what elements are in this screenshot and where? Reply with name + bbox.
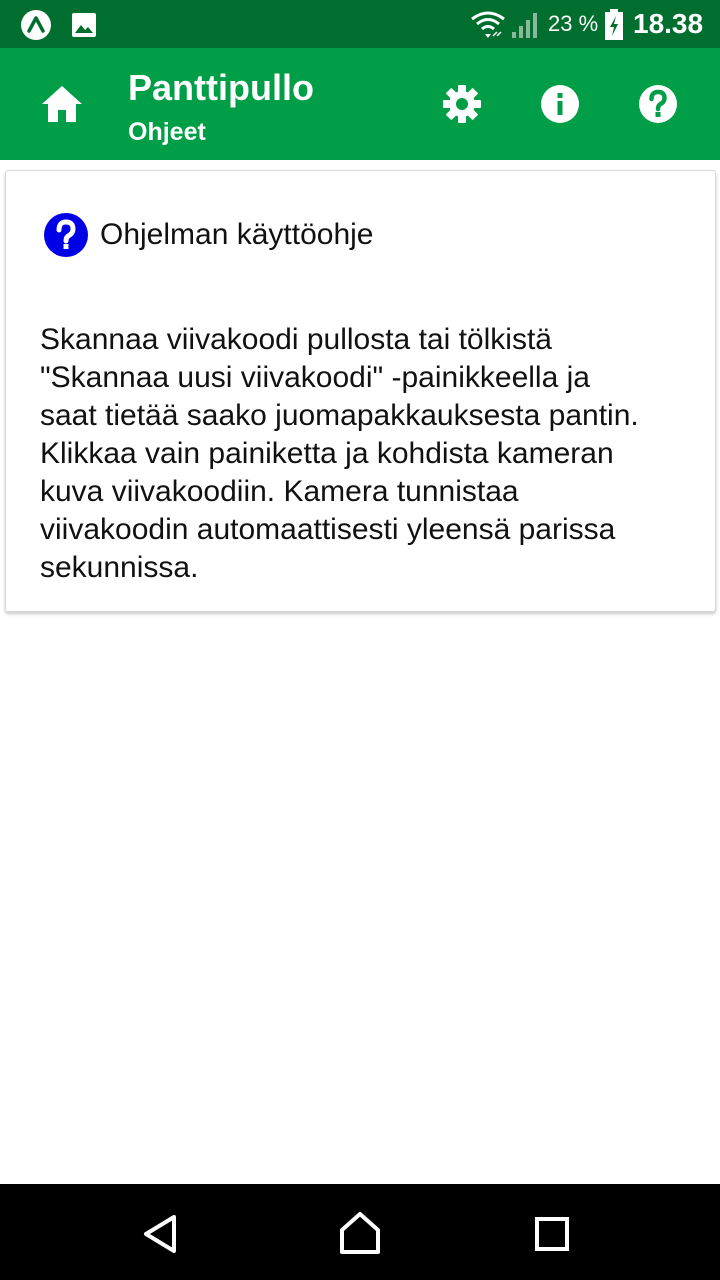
app-subtitle: Ohjeet (128, 118, 206, 146)
home-outline-icon (340, 1212, 380, 1254)
image-notification-icon (70, 11, 98, 39)
back-button[interactable] (138, 1212, 182, 1256)
app-title: Panttipullo (128, 67, 314, 108)
home-icon (42, 86, 82, 122)
clock-time: 18.38 (633, 8, 704, 39)
back-icon (144, 1215, 176, 1253)
gear-icon (443, 85, 481, 123)
battery-percent: 23 % (548, 11, 599, 36)
info-icon (541, 85, 579, 123)
recents-button[interactable] (532, 1214, 572, 1254)
card-title: Ohjelman käyttöohje (100, 218, 374, 251)
help-icon (639, 85, 677, 123)
instructions-card: Ohjelman käyttöohje Skannaa viivakoodi p… (5, 170, 716, 612)
system-home-button[interactable] (336, 1210, 384, 1256)
question-circle-icon (43, 212, 89, 258)
app-notification-icon (20, 9, 52, 41)
help-button[interactable] (636, 82, 680, 126)
settings-button[interactable] (440, 82, 484, 126)
battery-charging-icon (604, 9, 624, 41)
status-bar: 23 % 18.38 (0, 0, 720, 48)
wifi-icon (470, 10, 506, 40)
recents-icon (535, 1217, 569, 1251)
card-body-text: Skannaa viivakoodi pullosta tai tölkistä… (40, 323, 639, 584)
home-button[interactable] (38, 82, 86, 126)
navigation-bar (0, 1184, 720, 1280)
cellular-signal-icon (510, 10, 540, 40)
info-button[interactable] (538, 82, 582, 126)
app-bar: Panttipullo Ohjeet (0, 48, 720, 160)
